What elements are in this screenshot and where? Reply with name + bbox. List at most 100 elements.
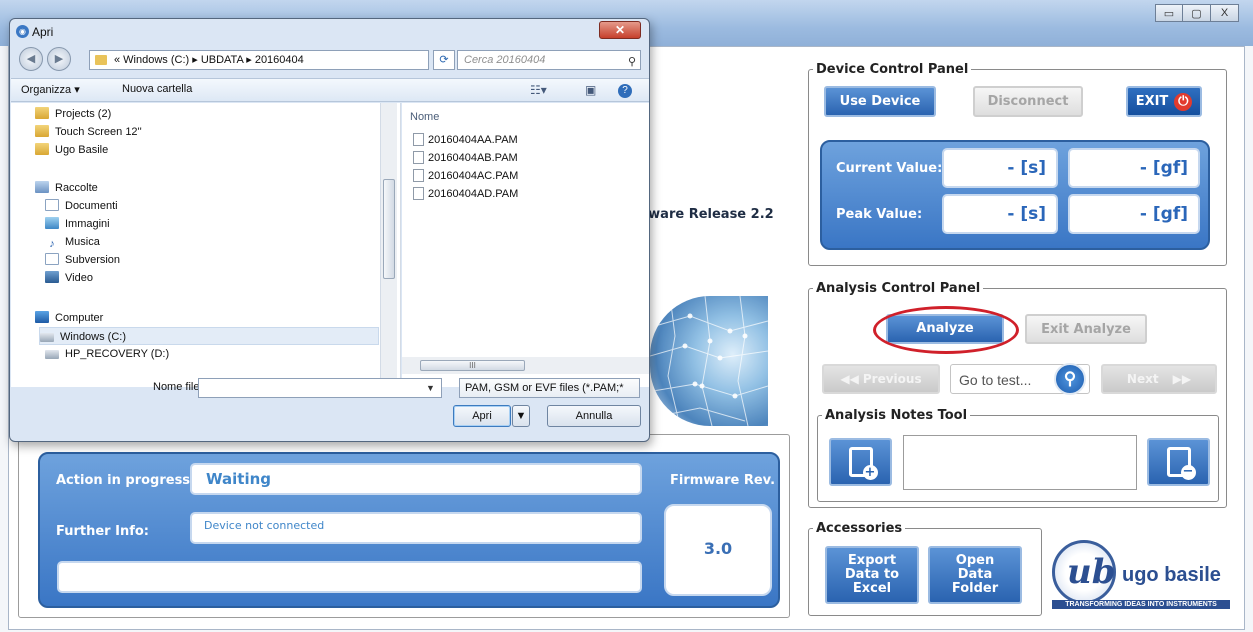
dialog-close-button[interactable]: ✕ [599, 21, 641, 39]
firmware-label: Firmware Rev. [670, 473, 776, 488]
tree-scrollbar[interactable] [380, 103, 397, 387]
action-label: Action in progress: [56, 473, 196, 488]
use-device-button[interactable]: Use Device [824, 86, 936, 117]
name-column-header[interactable]: Nome [410, 111, 439, 123]
minimize-button[interactable]: ▭ [1155, 4, 1183, 22]
tree-item-immagini[interactable]: Immagini [45, 215, 110, 233]
open-button[interactable]: Apri [453, 405, 511, 427]
file-icon [413, 133, 424, 146]
open-split-arrow-icon[interactable]: ▼ [512, 405, 530, 427]
ugo-basile-logo: ub ugo basile TRANSFORMING IDEAS INTO IN… [1046, 538, 1236, 618]
logo-tagline: TRANSFORMING IDEAS INTO INSTRUMENTS [1052, 600, 1230, 609]
folder-icon [95, 55, 107, 65]
filename-input[interactable] [198, 378, 442, 398]
tree-item-label: Touch Screen 12'' [55, 126, 142, 138]
search-field[interactable]: Cerca 20160404 ⚲ [457, 50, 641, 70]
file-type-value: PAM, GSM or EVF files (*.PAM;* [465, 382, 624, 394]
peak-time-value: - [s] [942, 194, 1058, 234]
computer-icon [35, 311, 49, 323]
open-data-folder-button[interactable]: Open Data Folder [928, 546, 1022, 604]
extra-status-field [57, 561, 642, 593]
tree-item-label: Ugo Basile [55, 144, 109, 156]
tree-item-touch-screen[interactable]: Touch Screen 12'' [35, 123, 142, 141]
organize-menu[interactable]: Organizza ▾ [21, 83, 80, 96]
ub-circle-emblem: ub [1052, 540, 1116, 604]
address-bar[interactable]: « Windows (C:) ▸ UBDATA ▸ 20160404 [89, 50, 429, 70]
tree-item-documenti[interactable]: Documenti [45, 197, 118, 215]
tree-item-raccolte[interactable]: Raccolte [35, 179, 98, 197]
tree-item-computer[interactable]: Computer [35, 309, 103, 327]
next-button[interactable]: Next ▶▶ [1101, 364, 1217, 394]
tree-item-label: Documenti [65, 200, 118, 212]
image-icon [45, 217, 59, 229]
drive-icon [40, 333, 54, 342]
add-document-icon: + [848, 447, 878, 480]
forward-arrow-icon[interactable]: ▶ [47, 47, 71, 71]
disconnect-button[interactable]: Disconnect [973, 86, 1083, 117]
file-name: 20160404AB.PAM [428, 152, 518, 164]
magnifier-icon: ⚲ [627, 56, 636, 68]
scrollbar-thumb[interactable]: III [420, 360, 525, 371]
further-info-value: Device not connected [190, 512, 642, 544]
file-icon [413, 151, 424, 164]
refresh-icon[interactable]: ⟳ [433, 50, 455, 70]
power-icon: ⏻ [1174, 92, 1193, 111]
double-left-arrow-icon: ◀◀ [840, 372, 859, 386]
help-icon[interactable]: ? [618, 84, 632, 98]
tree-item-subversion[interactable]: Subversion [45, 251, 120, 269]
logo-name: ugo basile [1122, 564, 1221, 586]
notes-textbox[interactable] [903, 435, 1137, 490]
document-icon [45, 199, 59, 211]
cancel-button[interactable]: Annulla [547, 405, 641, 427]
tree-item-label: Musica [65, 236, 100, 248]
tree-item-windows-c[interactable]: Windows (C:) [39, 327, 379, 345]
file-open-dialog: ◉ Apri ✕ ◀ ▶ « Windows (C:) ▸ UBDATA ▸ 2… [9, 18, 650, 442]
music-icon: ♪ [49, 238, 55, 250]
tree-item-label: Raccolte [55, 182, 98, 194]
peak-value-label: Peak Value: [836, 207, 923, 222]
current-time-value: - [s] [942, 148, 1058, 188]
file-item[interactable]: 20160404AD.PAM [413, 187, 518, 200]
further-info-label: Further Info: [56, 524, 149, 539]
exit-button[interactable]: EXIT ⏻ [1126, 86, 1202, 117]
search-placeholder: Cerca 20160404 [464, 54, 546, 66]
accessories-legend: Accessories [816, 521, 903, 536]
new-folder-button[interactable]: Nuova cartella [122, 83, 192, 95]
file-list-scrollbar[interactable]: III [402, 357, 649, 374]
remove-note-button[interactable]: − [1147, 438, 1210, 486]
tree-item-projects[interactable]: Projects (2) [35, 105, 111, 123]
exit-label: EXIT [1135, 93, 1169, 109]
exit-analyze-button[interactable]: Exit Analyze [1025, 314, 1147, 344]
tree-item-label: HP_RECOVERY (D:) [65, 348, 170, 360]
file-name: 20160404AC.PAM [428, 170, 519, 182]
preview-pane-icon[interactable]: ▣ [585, 83, 596, 97]
tree-item-hp-recovery[interactable]: HP_RECOVERY (D:) [45, 345, 169, 363]
file-item[interactable]: 20160404AC.PAM [413, 169, 518, 182]
tree-item-label: Video [65, 272, 93, 284]
export-excel-button[interactable]: Export Data to Excel [825, 546, 919, 604]
drive-icon [45, 350, 59, 359]
navigation-tree: Projects (2) Touch Screen 12'' Ugo Basil… [11, 103, 401, 387]
tree-item-video[interactable]: Video [45, 269, 93, 287]
file-item[interactable]: 20160404AA.PAM [413, 133, 518, 146]
add-note-button[interactable]: + [829, 438, 892, 486]
previous-button[interactable]: ◀◀ Previous [822, 364, 940, 394]
window-controls: ▭ ▢ X [1155, 4, 1239, 22]
tree-item-musica[interactable]: ♪ Musica [45, 233, 100, 251]
tree-item-label: Subversion [65, 254, 121, 266]
scrollbar-thumb[interactable] [383, 179, 395, 279]
maximize-button[interactable]: ▢ [1183, 4, 1211, 22]
folder-icon [35, 107, 49, 119]
analysis-notes-legend: Analysis Notes Tool [825, 408, 968, 423]
file-icon [413, 187, 424, 200]
file-list: Nome 20160404AA.PAM 20160404AB.PAM 20160… [402, 103, 649, 387]
search-icon[interactable]: ⚲ [1054, 363, 1086, 395]
file-item[interactable]: 20160404AB.PAM [413, 151, 518, 164]
tree-item-ugo-basile[interactable]: Ugo Basile [35, 141, 108, 159]
back-arrow-icon[interactable]: ◀ [19, 47, 43, 71]
view-options-icon[interactable]: ☷▾ [530, 83, 547, 97]
filename-dropdown-arrow-icon[interactable]: ▼ [426, 383, 435, 393]
file-name: 20160404AA.PAM [428, 134, 518, 146]
close-button[interactable]: X [1211, 4, 1239, 22]
file-type-select[interactable]: PAM, GSM or EVF files (*.PAM;* [459, 378, 640, 398]
